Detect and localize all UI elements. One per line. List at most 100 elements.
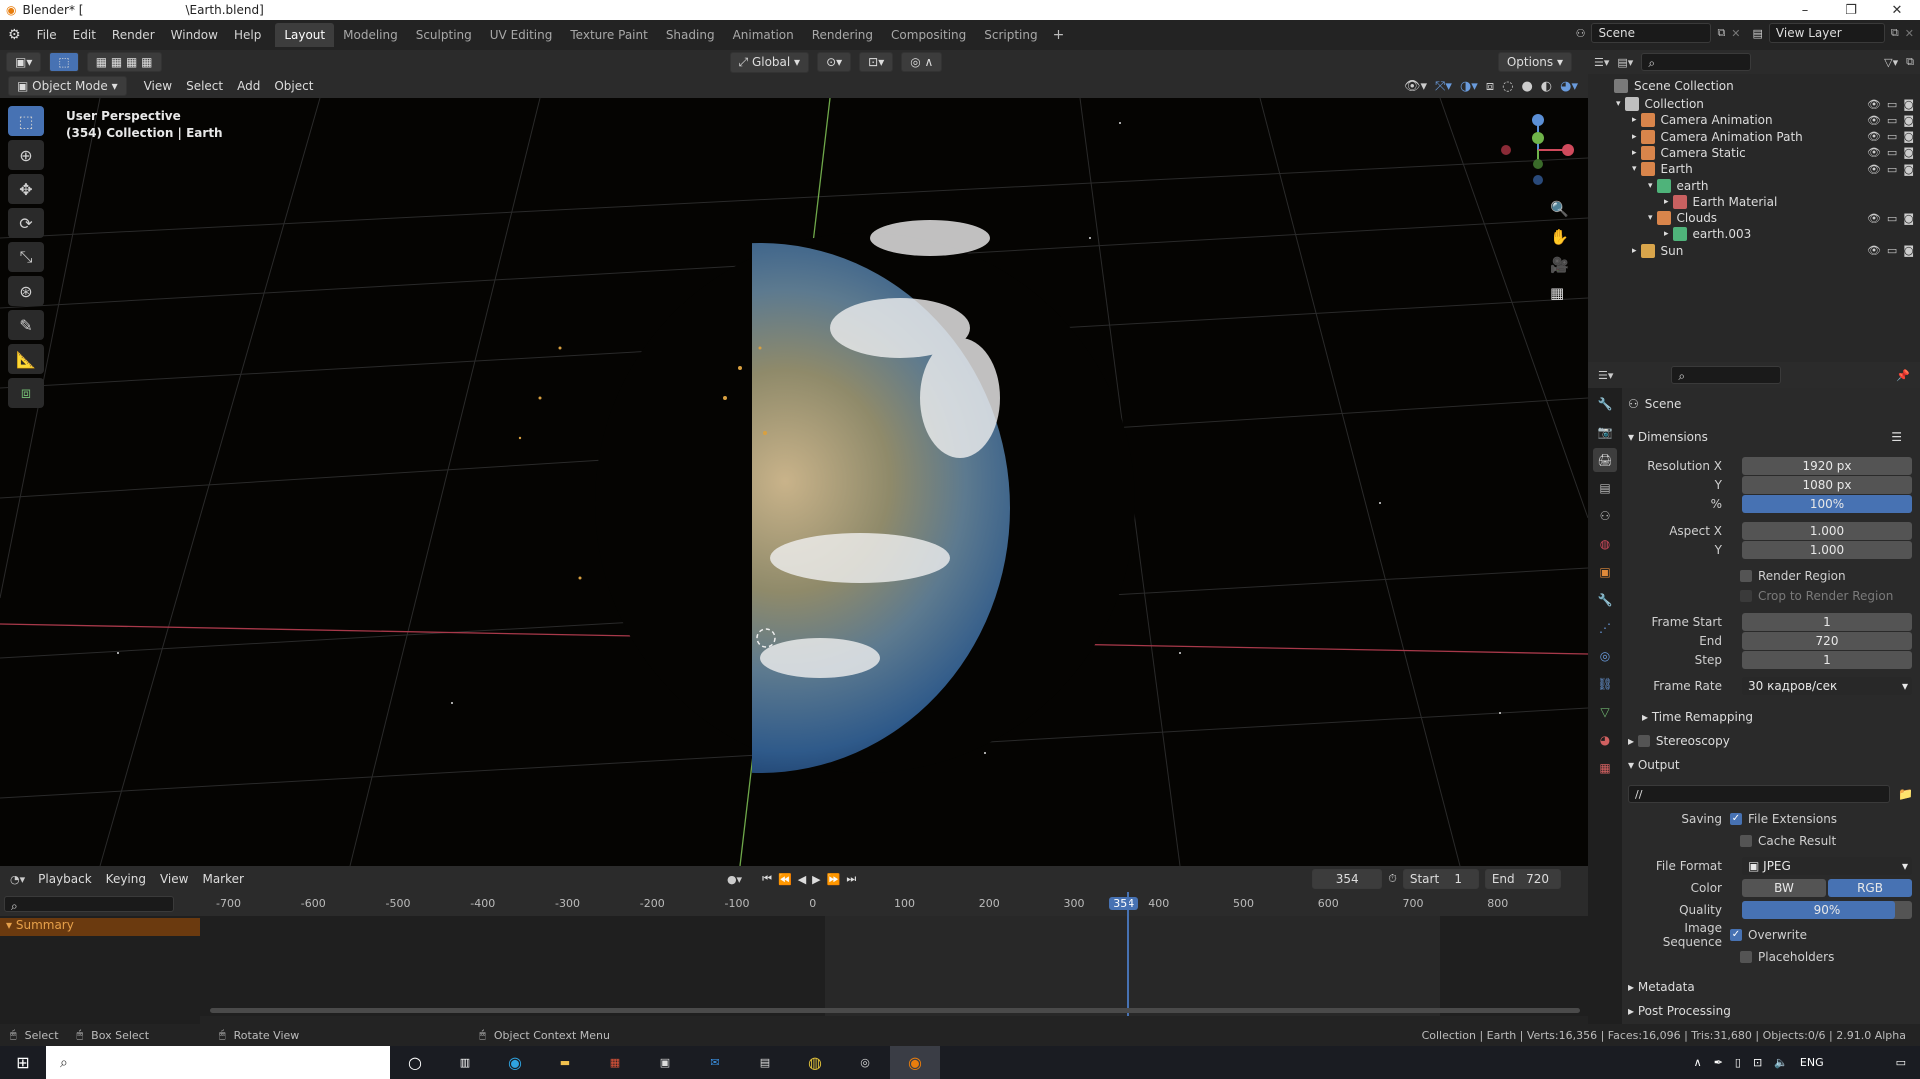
tool-tab-icon[interactable]: 🔧 xyxy=(1593,392,1617,416)
3d-viewport[interactable] xyxy=(0,98,1588,866)
view-layer-tab-icon[interactable]: ▤ xyxy=(1593,476,1617,500)
view-layer-field[interactable]: View Layer xyxy=(1768,23,1885,43)
summary-channel[interactable]: ▾ Summary xyxy=(0,918,200,936)
visibility-toggles[interactable]: 👁 ▭ ◙ xyxy=(1867,114,1914,127)
overlay-icon[interactable]: ◑▾ xyxy=(1460,79,1478,94)
eye-icon[interactable]: 👁 xyxy=(1867,130,1881,143)
cortana-icon[interactable]: ○ xyxy=(390,1053,440,1072)
aspect-x-field[interactable]: 1.000 xyxy=(1742,522,1912,540)
tab-rendering[interactable]: Rendering xyxy=(803,23,882,47)
xray-icon[interactable]: ⧈ xyxy=(1486,79,1494,94)
folder-icon[interactable]: 📁 xyxy=(1898,787,1913,801)
timeline-menu-view[interactable]: View xyxy=(153,872,195,886)
edge-icon[interactable]: ◉ xyxy=(490,1053,540,1072)
menu-file[interactable]: File xyxy=(29,28,65,42)
windows-start-icon[interactable]: ⊞ xyxy=(0,1053,46,1072)
minimize-button[interactable]: – xyxy=(1782,3,1828,18)
visibility-toggles[interactable]: 👁 ▭ ◙ xyxy=(1867,244,1914,257)
battery-icon[interactable]: ▯ xyxy=(1735,1056,1741,1069)
play-icon[interactable]: ▶ xyxy=(812,873,820,886)
tab-compositing[interactable]: Compositing xyxy=(882,23,975,47)
scale-tool-icon[interactable]: ⤡ xyxy=(8,242,44,272)
physics-tab-icon[interactable]: ◎ xyxy=(1593,644,1617,668)
object-tab-icon[interactable]: ▣ xyxy=(1593,560,1617,584)
zoom-icon[interactable]: 🔍 xyxy=(1550,200,1569,218)
store-icon[interactable]: ▣ xyxy=(640,1056,690,1069)
move-tool-icon[interactable]: ✥ xyxy=(8,174,44,204)
timeline-scrollbar[interactable] xyxy=(210,1008,1580,1013)
eye-icon[interactable]: 👁 xyxy=(1867,146,1881,159)
snap-icon[interactable]: ⊡▾ xyxy=(859,52,894,72)
tab-scripting[interactable]: Scripting xyxy=(975,23,1046,47)
gizmo-icon[interactable]: ⤧▾ xyxy=(1435,79,1452,94)
add-workspace-button[interactable]: + xyxy=(1047,27,1071,43)
timeline-area[interactable] xyxy=(200,892,1588,1016)
select-box-tool-icon[interactable]: ⬚ xyxy=(8,106,44,136)
stopwatch-icon[interactable]: ⏱ xyxy=(1388,872,1397,886)
mode-dropdown[interactable]: ▣ Object Mode ▾ xyxy=(8,76,127,96)
overwrite-checkbox[interactable]: ✓ xyxy=(1730,929,1742,941)
tab-texture-paint[interactable]: Texture Paint xyxy=(561,23,656,47)
data-tab-icon[interactable]: ▽ xyxy=(1593,700,1617,724)
viewport-menu-select[interactable]: Select xyxy=(179,79,230,93)
tab-animation[interactable]: Animation xyxy=(724,23,803,47)
render-tab-icon[interactable]: 📷 xyxy=(1593,420,1617,444)
modifier-tab-icon[interactable]: 🔧 xyxy=(1593,588,1617,612)
transform-orientation-dropdown[interactable]: ⤢ Global ▾ xyxy=(729,51,810,73)
output-header[interactable]: ▾ Output xyxy=(1622,755,1920,775)
task-view-icon[interactable]: ▥ xyxy=(440,1056,490,1069)
output-path-input[interactable]: // xyxy=(1628,785,1890,803)
metadata-header[interactable]: ▸ Metadata xyxy=(1622,977,1920,997)
taskbar-search-input[interactable]: ⌕ xyxy=(46,1046,390,1079)
frame-start-field[interactable]: 1 xyxy=(1742,613,1912,631)
office-icon[interactable]: ▦ xyxy=(590,1056,640,1069)
shading-rendered-icon[interactable]: ◕▾ xyxy=(1560,79,1578,94)
monitor-icon[interactable]: ▭ xyxy=(1887,163,1897,176)
disclosure-icon[interactable]: ▾ xyxy=(1632,164,1637,174)
visibility-toggles[interactable]: 👁 ▭ ◙ xyxy=(1867,98,1914,111)
network-icon[interactable]: ⊡ xyxy=(1753,1056,1762,1069)
view-layer-icon[interactable]: ▤ xyxy=(1753,27,1763,40)
menu-window[interactable]: Window xyxy=(163,28,226,42)
menu-help[interactable]: Help xyxy=(226,28,269,42)
material-tab-icon[interactable]: ◕ xyxy=(1593,728,1617,752)
filter-icon[interactable]: ▽▾ xyxy=(1884,56,1898,69)
eye-icon[interactable]: 👁 xyxy=(1867,114,1881,127)
close-button[interactable]: ✕ xyxy=(1874,3,1920,18)
outliner-search-input[interactable]: ⌕ xyxy=(1641,53,1752,71)
color-rgb-button[interactable]: RGB xyxy=(1828,879,1912,897)
properties-search-input[interactable]: ⌕ xyxy=(1671,366,1782,384)
monitor-icon[interactable]: ▭ xyxy=(1887,146,1897,159)
editor-type-button[interactable]: ▣▾ xyxy=(6,52,42,72)
perspective-toggle-icon[interactable]: ▦ xyxy=(1550,284,1569,302)
timeline-search-input[interactable]: ⌕ xyxy=(4,896,174,913)
remove-view-layer-icon[interactable]: ✕ xyxy=(1905,27,1914,40)
annotate-tool-icon[interactable]: ✎ xyxy=(8,310,44,340)
scene-field[interactable]: Scene xyxy=(1591,23,1712,43)
play-reverse-icon[interactable]: ◀ xyxy=(798,873,806,886)
add-cube-tool-icon[interactable]: ⧈ xyxy=(8,378,44,408)
crop-region-checkbox[interactable] xyxy=(1740,590,1752,602)
file-extensions-checkbox[interactable]: ✓ xyxy=(1730,813,1742,825)
start-frame-field[interactable]: Start 1 xyxy=(1402,869,1479,889)
chrome-icon[interactable]: ◍ xyxy=(790,1053,840,1072)
monitor-icon[interactable]: ▭ xyxy=(1887,244,1897,257)
pin-icon[interactable]: 📌 xyxy=(1896,369,1910,382)
world-tab-icon[interactable]: ◍ xyxy=(1593,532,1617,556)
jump-end-icon[interactable]: ⏭ xyxy=(846,872,856,886)
new-collection-icon[interactable]: ⧉ xyxy=(1906,55,1914,69)
current-frame-field[interactable]: 354 xyxy=(1312,869,1383,889)
output-tab-icon[interactable]: 🖨 xyxy=(1593,448,1617,472)
shading-solid-icon[interactable]: ● xyxy=(1521,79,1532,94)
dimensions-panel-header[interactable]: ▾ Dimensions ☰ xyxy=(1622,427,1920,447)
mail-icon[interactable]: ✉ xyxy=(690,1056,740,1069)
outliner-row[interactable]: ▸ Sun 👁 ▭ ◙ xyxy=(1588,241,1920,261)
frame-step-field[interactable]: 1 xyxy=(1742,651,1912,669)
timeline-menu-playback[interactable]: Playback xyxy=(31,872,99,886)
stereoscopy-header[interactable]: ▸ Stereoscopy xyxy=(1622,731,1920,751)
file-format-dropdown[interactable]: ▣ JPEG ▾ xyxy=(1742,857,1912,875)
camera-view-icon[interactable]: 🎥 xyxy=(1550,256,1569,274)
tab-modeling[interactable]: Modeling xyxy=(334,23,407,47)
visibility-icon[interactable]: 👁▾ xyxy=(1404,79,1427,94)
visibility-toggles[interactable]: 👁 ▭ ◙ xyxy=(1867,212,1914,225)
